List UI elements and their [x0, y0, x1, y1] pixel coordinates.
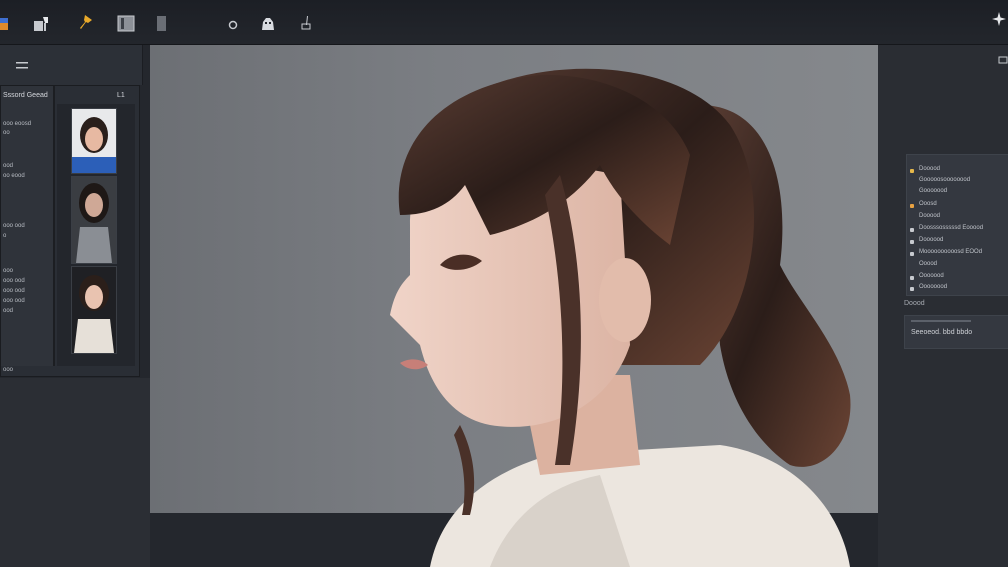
property-label: ooo ood	[3, 278, 25, 284]
color-swatch-icon[interactable]	[0, 14, 10, 32]
portrait-thumbnail-3[interactable]	[71, 266, 117, 354]
portrait-thumbnail-1[interactable]	[71, 108, 117, 174]
property-label: oo	[3, 130, 10, 136]
pin-icon[interactable]	[77, 14, 95, 32]
properties-list: Dooood Gooooosoooooood Gooooood Ooosd Do…	[906, 154, 1008, 296]
status-dot-icon	[910, 204, 914, 208]
section-label: Doood	[904, 300, 925, 307]
field-value: Seeoeod. bbd bbdo	[911, 329, 973, 336]
property-label: oo eood	[3, 173, 25, 179]
panel-title: Sssord Geead	[3, 92, 48, 99]
property-label: o	[3, 233, 7, 239]
property-label: ood	[3, 163, 14, 169]
property-item[interactable]: Moooooooooosd EOOd	[919, 249, 982, 255]
property-label: ooo	[3, 367, 14, 373]
top-toolbar	[0, 0, 1008, 45]
pen-tool-icon[interactable]	[33, 14, 51, 32]
layer-icon[interactable]	[117, 14, 135, 32]
text-field[interactable]: Seeoeod. bbd bbdo	[904, 315, 1008, 349]
bullet-icon	[910, 287, 914, 291]
property-item[interactable]: Dooood	[919, 213, 940, 219]
property-item[interactable]: Gooooood	[919, 188, 947, 194]
property-label: ooo	[3, 268, 14, 274]
property-item[interactable]: Oooooood	[919, 284, 947, 290]
bullet-icon	[910, 252, 914, 256]
property-item[interactable]: Dooood	[919, 166, 940, 172]
thumbnail-list[interactable]	[57, 104, 135, 366]
property-item[interactable]: Ooood	[919, 261, 937, 267]
property-item[interactable]: Ooooood	[919, 273, 944, 279]
bullet-icon	[910, 276, 914, 280]
property-label: ooo ood	[3, 223, 25, 229]
property-item[interactable]: Doooood	[919, 237, 943, 243]
sparkle-icon[interactable]	[992, 12, 1006, 26]
field-divider	[911, 320, 971, 322]
bullet-icon	[910, 228, 914, 232]
hamburger-menu-icon[interactable]	[16, 59, 30, 71]
status-dot-icon	[910, 169, 914, 173]
bullet-icon	[910, 240, 914, 244]
property-label: ooo eoosd	[3, 121, 32, 127]
window-icon[interactable]	[998, 52, 1008, 64]
layer-properties-column: Sssord Geead ooo eoosd oo ood oo eood oo…	[1, 86, 55, 373]
layer-count: L1	[117, 92, 125, 99]
document-icon[interactable]	[153, 14, 171, 32]
portrait-artwork	[370, 45, 870, 567]
left-panel-header	[0, 45, 143, 85]
portrait-thumbnail-2[interactable]	[71, 176, 117, 264]
property-item[interactable]: Gooooosoooooood	[919, 177, 970, 183]
layers-panel: Sssord Geead ooo eoosd oo ood oo eood oo…	[0, 85, 140, 377]
property-label: ooo ood	[3, 298, 25, 304]
brush-icon[interactable]	[297, 14, 315, 32]
right-properties-panel	[878, 45, 1008, 567]
property-label: ooo ood	[3, 288, 25, 294]
property-item[interactable]: Ooosd	[919, 201, 937, 207]
robot-icon[interactable]	[259, 14, 277, 32]
property-label: ood	[3, 308, 14, 314]
circle-icon[interactable]	[224, 14, 242, 32]
left-panel-footer	[0, 378, 150, 567]
property-item[interactable]: Doosssosssssd Eooood	[919, 225, 983, 231]
